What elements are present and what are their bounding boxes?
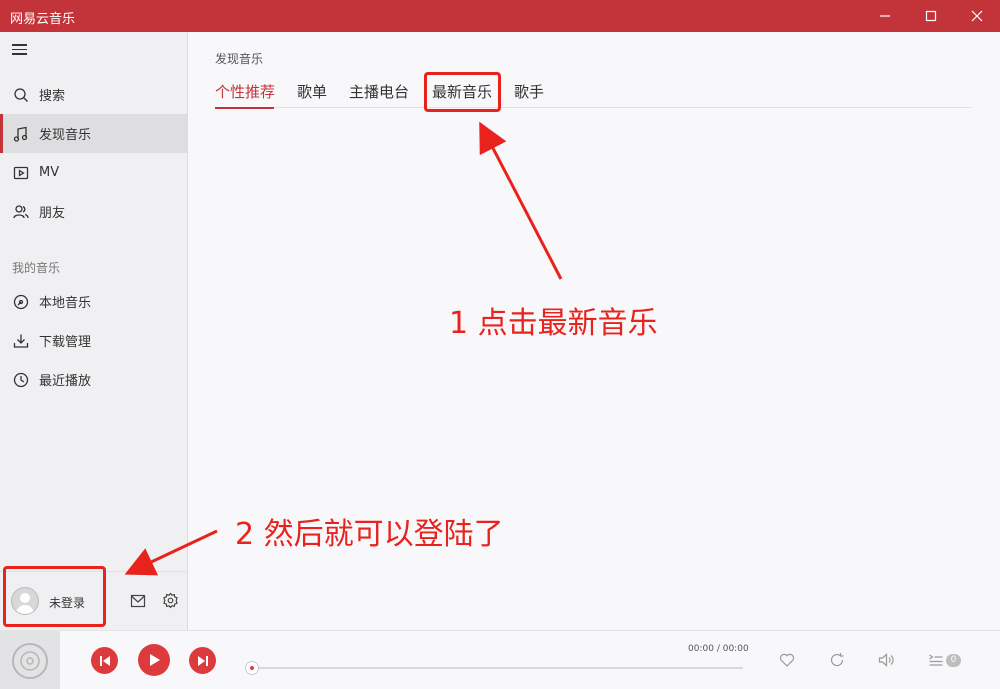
tab-radio[interactable]: 主播电台 (349, 81, 409, 102)
sidebar-item-mv[interactable]: MV (0, 153, 187, 192)
next-button[interactable] (189, 647, 216, 674)
play-icon (150, 654, 160, 666)
sidebar-item-label: 最近播放 (39, 374, 92, 389)
progress-knob[interactable] (245, 661, 259, 675)
sidebar: 搜索 发现音乐 MV 朋友 我的音乐 本地音乐 下载管理 最近播放 未登录 (0, 32, 188, 630)
maximize-button[interactable] (908, 0, 954, 32)
title-bar: 网易云音乐 (0, 0, 1000, 32)
friends-icon (12, 203, 30, 221)
active-tab-indicator (215, 107, 274, 109)
tab-recommendations[interactable]: 个性推荐 (215, 81, 275, 102)
sidebar-item-label: 朋友 (39, 206, 66, 221)
time-display: 00:00 / 00:00 (688, 644, 749, 654)
video-icon (12, 164, 30, 182)
tab-playlists[interactable]: 歌单 (297, 81, 327, 102)
mail-icon[interactable] (130, 593, 146, 612)
sidebar-item-label: 本地音乐 (39, 296, 92, 311)
sidebar-item-recent-play[interactable]: 最近播放 (0, 360, 187, 399)
minimize-icon (880, 15, 890, 17)
page-title: 发现音乐 (215, 52, 264, 66)
sidebar-item-downloads[interactable]: 下载管理 (0, 321, 187, 360)
highlight-login-area (3, 566, 106, 627)
close-button[interactable] (954, 0, 1000, 32)
sidebar-item-search[interactable]: 搜索 (0, 75, 187, 114)
tab-artists[interactable]: 歌手 (514, 81, 544, 102)
tab-bar: 个性推荐 歌单 主播电台 最新音乐 歌手 (215, 78, 972, 109)
play-button[interactable] (138, 644, 170, 676)
time-separator: / (716, 644, 720, 654)
sidebar-item-label: 发现音乐 (39, 128, 92, 143)
close-icon (971, 10, 983, 22)
sidebar-item-discover-music[interactable]: 发现音乐 (0, 114, 187, 153)
local-disc-icon (12, 293, 30, 311)
clock-icon (12, 371, 30, 389)
gear-icon[interactable] (162, 592, 179, 613)
menu-icon[interactable] (12, 44, 30, 60)
previous-button[interactable] (91, 647, 118, 674)
current-time: 00:00 (688, 644, 714, 654)
playlist-icon[interactable] (928, 652, 944, 672)
heart-icon[interactable] (779, 652, 795, 672)
volume-icon[interactable] (878, 652, 895, 672)
annotation-step-2: 2 然后就可以登陆了 (235, 517, 504, 552)
sidebar-item-label: 搜索 (39, 89, 66, 104)
skip-previous-icon (99, 655, 110, 666)
skip-next-icon (197, 655, 208, 666)
sidebar-item-label: MV (39, 165, 60, 180)
album-cover[interactable] (0, 631, 60, 689)
my-music-section-label: 我的音乐 (12, 261, 61, 275)
download-icon (12, 332, 30, 350)
player-bar: 00:00 / 00:00 0 (0, 630, 1000, 689)
sidebar-item-local-music[interactable]: 本地音乐 (0, 282, 187, 321)
highlight-new-music-tab (424, 72, 501, 112)
loop-icon[interactable] (829, 652, 845, 672)
queue-count-badge: 0 (946, 654, 961, 667)
window-title: 网易云音乐 (10, 12, 76, 27)
maximize-icon (925, 10, 937, 22)
disc-icon (12, 642, 48, 679)
search-icon (12, 86, 30, 104)
sidebar-item-label: 下载管理 (39, 335, 92, 350)
annotation-step-1: 1 点击最新音乐 (449, 306, 658, 341)
music-note-icon (12, 125, 30, 143)
sidebar-item-friends[interactable]: 朋友 (0, 192, 187, 231)
total-time: 00:00 (722, 644, 749, 654)
progress-bar[interactable] (252, 667, 743, 669)
minimize-button[interactable] (862, 0, 908, 32)
